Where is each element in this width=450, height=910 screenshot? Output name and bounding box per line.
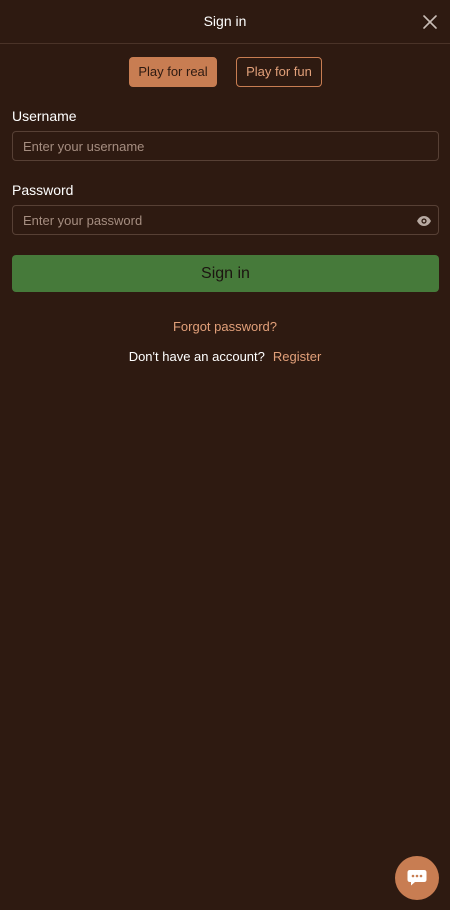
username-field-wrapper <box>12 131 439 161</box>
password-field-wrapper <box>12 205 439 235</box>
chat-button[interactable] <box>395 856 439 900</box>
forgot-password-link[interactable]: Forgot password? <box>0 319 450 334</box>
dialog-title: Sign in <box>203 13 247 29</box>
username-input[interactable] <box>13 132 438 160</box>
play-for-real-button[interactable]: Play for real <box>129 57 217 87</box>
show-password-button[interactable] <box>416 213 432 229</box>
register-link[interactable]: Register <box>273 349 321 364</box>
chat-bubble-icon <box>407 870 427 886</box>
close-icon <box>423 15 437 29</box>
play-mode-toggle: Play for real Play for fun <box>0 57 450 87</box>
dialog-header: Sign in <box>0 0 450 44</box>
sign-in-page: Sign in Play for real Play for fun Usern… <box>0 0 450 910</box>
sign-in-button[interactable]: Sign in <box>12 255 439 292</box>
password-label: Password <box>12 182 74 198</box>
username-label: Username <box>12 108 77 124</box>
close-button[interactable] <box>420 12 440 32</box>
eye-icon <box>417 216 431 226</box>
register-row: Don't have an account? Register <box>0 349 450 364</box>
password-input[interactable] <box>13 206 438 234</box>
play-for-fun-button[interactable]: Play for fun <box>236 57 322 87</box>
no-account-text: Don't have an account? <box>128 349 265 364</box>
